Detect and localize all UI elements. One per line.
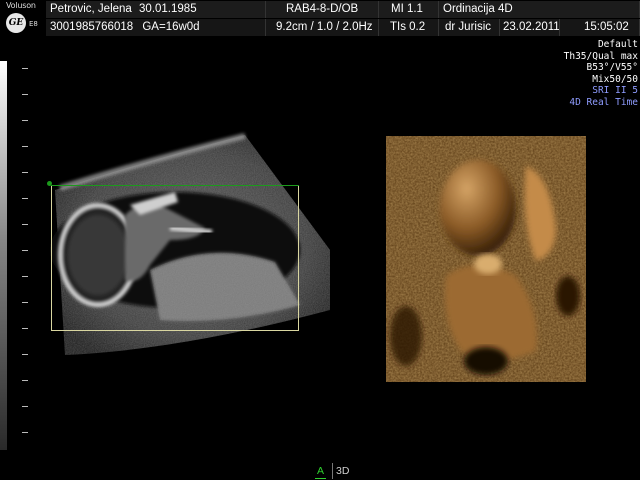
exam-time: 15:05:02 [584, 21, 629, 33]
depth-value: 9.2cm / 1.0 / 2.0Hz [276, 21, 373, 33]
depth-tick [22, 380, 28, 381]
model-label: E8 [29, 20, 38, 28]
setting-angles: B53°/V55° [586, 62, 638, 73]
tis-cell: TIs 0.2 [379, 19, 439, 36]
gestational-age: GA=16w0d [142, 21, 200, 33]
setting-mode: 4D Real Time [569, 96, 638, 108]
roi-handle-icon[interactable] [47, 181, 52, 186]
probe-label: RAB4-8-D/OB [286, 3, 359, 15]
render-roi-box[interactable] [51, 185, 299, 331]
depth-tick [22, 328, 28, 329]
brand-name: Voluson [6, 1, 36, 10]
depth-tick [22, 172, 28, 173]
doctor-name: dr Jurisic [445, 21, 492, 33]
depth-tick [22, 120, 28, 121]
time-cell: 15:05:02 [560, 19, 640, 36]
doctor-cell: dr Jurisic [439, 19, 500, 36]
depth-tick [22, 276, 28, 277]
date-cell: 23.02.2011 [500, 19, 560, 36]
brand-area: Voluson GE E8 [0, 0, 46, 37]
setting-threshold-quality: Th35/Qual max [563, 50, 638, 62]
patient-id: 3001985766018 [50, 21, 134, 33]
depth-tick [22, 250, 28, 251]
depth-tick [22, 432, 28, 433]
tab-3d-mode[interactable]: 3D [332, 463, 351, 479]
depth-tick [22, 94, 28, 95]
acquisition-settings-panel: Default Th35/Qual max B53°/V55° Mix50/50… [564, 39, 638, 108]
institution-name: Ordinacija 4D [443, 3, 513, 15]
mi-cell: MI 1.1 [379, 1, 439, 18]
setting-preset: Default [597, 39, 638, 50]
patient-dob: 30.01.1985 [139, 3, 197, 15]
probe-cell: RAB4-8-D/OB [266, 1, 379, 18]
setting-mix: Mix50/50 [592, 73, 638, 85]
exam-date: 23.02.2011 [503, 21, 560, 33]
status-header: Voluson GE E8 Petrovic, Jelena 30.01.198… [0, 0, 640, 37]
depth-tick [22, 224, 28, 225]
mi-value: MI 1.1 [391, 3, 423, 15]
setting-sri: SRI II 5 [592, 85, 638, 96]
grayscale-bar [0, 61, 7, 450]
tab-a-mode[interactable]: A [315, 463, 327, 479]
depth-tick [22, 68, 28, 69]
patient-id-cell: 3001985766018 GA=16w0d [46, 19, 266, 36]
ge-logo-icon: GE [6, 13, 26, 33]
depth-tick [22, 406, 28, 407]
institution-cell: Ordinacija 4D [439, 1, 640, 18]
depth-tick [22, 354, 28, 355]
patient-cell: Petrovic, Jelena 30.01.1985 [46, 1, 266, 18]
roi-render-line[interactable] [51, 185, 299, 186]
depth-cell: 9.2cm / 1.0 / 2.0Hz [266, 19, 379, 36]
tis-value: TIs 0.2 [390, 21, 426, 33]
3d-fetal-head [440, 160, 516, 256]
depth-tick [22, 198, 28, 199]
depth-tick [22, 302, 28, 303]
patient-name: Petrovic, Jelena [50, 3, 132, 15]
3d-rendered-volume [386, 136, 586, 382]
depth-tick [22, 146, 28, 147]
